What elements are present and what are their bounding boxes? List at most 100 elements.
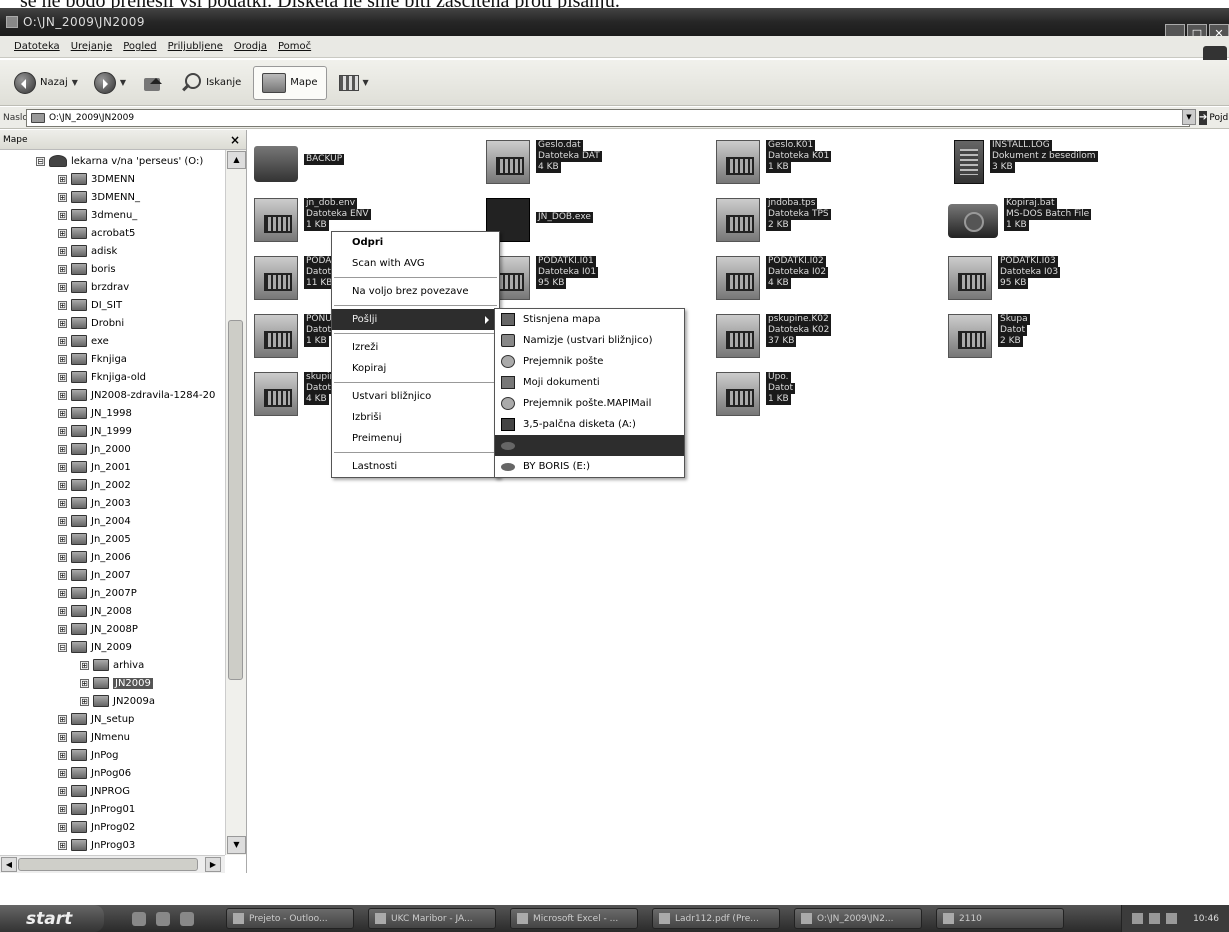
folder-item[interactable]: BACKUP [254,140,345,182]
expand-icon[interactable]: ⊞ [58,354,67,364]
tree-item[interactable]: ⊞ JnProg02 [58,818,135,836]
expand-icon[interactable]: ⊞ [58,516,67,526]
task-pdf[interactable]: Ladr112.pdf (Pre... [652,908,780,929]
file-item[interactable]: PODATKI.I02 Datoteka I02 4 KB [716,256,829,300]
tree-item[interactable]: ⊞ arhiva [80,656,144,674]
expand-icon[interactable]: ⊞ [58,246,67,256]
expand-icon[interactable]: ⊞ [58,606,67,616]
file-item[interactable]: PODATKI.I03 Datoteka I03 95 KB [948,256,1061,300]
collapse-icon[interactable]: ⊟ [58,642,67,652]
send-mail-recipient[interactable]: Prejemnik pošte [495,351,684,372]
menu-copy[interactable]: Kopiraj [332,358,499,379]
send-compressed-folder[interactable]: Stisnjena mapa [495,309,684,330]
expand-icon[interactable]: ⊞ [58,282,67,292]
send-mapi-mail[interactable]: Prejemnik pošte.MAPIMail [495,393,684,414]
send-by-boris-drive[interactable]: BY BORIS (E:) [495,456,684,477]
tree-item[interactable]: ⊞ JN_setup [58,710,134,728]
collapse-icon[interactable]: ⊟ [36,156,45,166]
tree-item[interactable]: ⊞ brzdrav [58,278,129,296]
scroll-up-icon[interactable]: ▲ [227,151,246,169]
expand-icon[interactable]: ⊞ [80,678,89,688]
folders-button[interactable]: Mape [253,65,327,100]
desktop-icon[interactable] [180,911,194,926]
menu-orodja[interactable]: Orodja [234,41,267,52]
menu-priljubljene[interactable]: Priljubljene [168,41,223,52]
expand-icon[interactable]: ⊞ [58,408,67,418]
expand-icon[interactable]: ⊞ [58,822,67,832]
send-removable-drive[interactable] [495,435,684,456]
tray-arrow-icon[interactable] [1132,913,1143,924]
tree-item[interactable]: ⊞ adisk [58,242,117,260]
tree-item[interactable]: ⊞ JN_1998 [58,404,132,422]
file-item[interactable]: Upo. Datot 1 KB [716,372,796,416]
menu-cut[interactable]: Izreži [332,337,499,358]
scroll-left-icon[interactable]: ◀ [1,857,17,872]
file-item[interactable]: jndoba.tps Datoteka TPS 2 KB [716,198,831,242]
address-dropdown-button[interactable]: ▼ [1182,109,1196,125]
close-pane-icon[interactable]: × [230,133,240,147]
expand-icon[interactable]: ⊞ [58,768,67,778]
menu-offline[interactable]: Na voljo brez povezave [332,281,499,302]
antivirus-icon[interactable] [1149,913,1160,924]
browser-icon[interactable] [132,911,146,926]
forward-button[interactable]: ▼ [90,66,130,100]
expand-icon[interactable]: ⊞ [58,804,67,814]
tree-item[interactable]: ⊞ Jn_2007P [58,584,137,602]
tree-item[interactable]: ⊞ JN_1999 [58,422,132,440]
expand-icon[interactable]: ⊞ [58,462,67,472]
file-item[interactable]: Skupa Datot 2 KB [948,314,1030,358]
file-item[interactable]: PONU Datot 1 KB [254,314,334,358]
file-item[interactable]: pskupine.K02 Datoteka K02 37 KB [716,314,832,358]
task-outlook[interactable]: Prejeto - Outloo... [226,908,354,929]
task-ukc[interactable]: UKC Maribor - JA... [368,908,496,929]
outlook-icon[interactable] [156,911,170,926]
task-explorer[interactable]: O:\JN_2009\JN2... [794,908,922,929]
tree-item[interactable]: ⊞ JnProg01 [58,800,135,818]
tree-item[interactable]: ⊞ Drobni [58,314,124,332]
expand-icon[interactable]: ⊞ [58,498,67,508]
menu-send-to[interactable]: Pošlji [332,309,499,330]
expand-icon[interactable]: ⊞ [58,318,67,328]
vertical-scrollbar[interactable]: ▲ ▼ [225,150,246,855]
tree-item[interactable]: ⊞ acrobat5 [58,224,135,242]
tree-item[interactable]: ⊞ JN_2008 [58,602,132,620]
file-item[interactable]: Geslo.dat Datoteka DAT 4 KB [486,140,602,184]
start-button[interactable]: start [0,905,104,932]
tree-item[interactable]: ⊞ JNmenu [58,728,130,746]
menu-datoteka[interactable]: Datoteka [14,41,60,52]
tree-item[interactable]: ⊞ JnPog [58,746,118,764]
expand-icon[interactable]: ⊞ [58,264,67,274]
tree-item[interactable]: ⊞ Jn_2001 [58,458,131,476]
menu-properties[interactable]: Lastnosti [332,456,499,477]
send-floppy[interactable]: 3,5-palčna disketa (A:) [495,414,684,435]
menu-scan-avg[interactable]: Scan with AVG [332,253,499,274]
expand-icon[interactable]: ⊞ [58,588,67,598]
go-button[interactable]: ➔ Pojdi [1199,109,1229,127]
tree-item[interactable]: ⊞ exe [58,332,109,350]
send-desktop[interactable]: Namizje (ustvari bližnjico) [495,330,684,351]
file-item[interactable]: INSTALL.LOG Dokument z besedilom 3 KB [948,140,1098,184]
expand-icon[interactable]: ⊞ [58,300,67,310]
expand-icon[interactable]: ⊞ [58,570,67,580]
expand-icon[interactable]: ⊞ [58,534,67,544]
tree-item[interactable]: ⊞ JN2008-zdravila-1284-20 [58,386,215,404]
expand-icon[interactable]: ⊞ [58,732,67,742]
expand-icon[interactable]: ⊞ [58,714,67,724]
tree-item[interactable]: ⊞ Jn_2000 [58,440,131,458]
expand-icon[interactable]: ⊞ [58,174,67,184]
tree-item[interactable]: ⊞ DI_SIT [58,296,122,314]
tree-item[interactable]: ⊞ Jn_2003 [58,494,131,512]
expand-icon[interactable]: ⊞ [58,480,67,490]
expand-icon[interactable]: ⊞ [58,210,67,220]
expand-icon[interactable]: ⊞ [58,840,67,850]
tree-item[interactable]: ⊞ 3DMENN_ [58,188,140,206]
expand-icon[interactable]: ⊞ [58,390,67,400]
tree-item[interactable]: ⊞ JN2009 [80,674,153,692]
tree-item[interactable]: ⊞ Jn_2005 [58,530,131,548]
network-icon[interactable] [1166,913,1177,924]
file-item[interactable]: Geslo.K01 Datoteka K01 1 KB [716,140,832,184]
expand-icon[interactable]: ⊞ [58,372,67,382]
tree-item[interactable]: ⊞ Fknjiga [58,350,127,368]
menu-open[interactable]: Odpri [332,232,499,253]
expand-icon[interactable]: ⊞ [80,696,89,706]
